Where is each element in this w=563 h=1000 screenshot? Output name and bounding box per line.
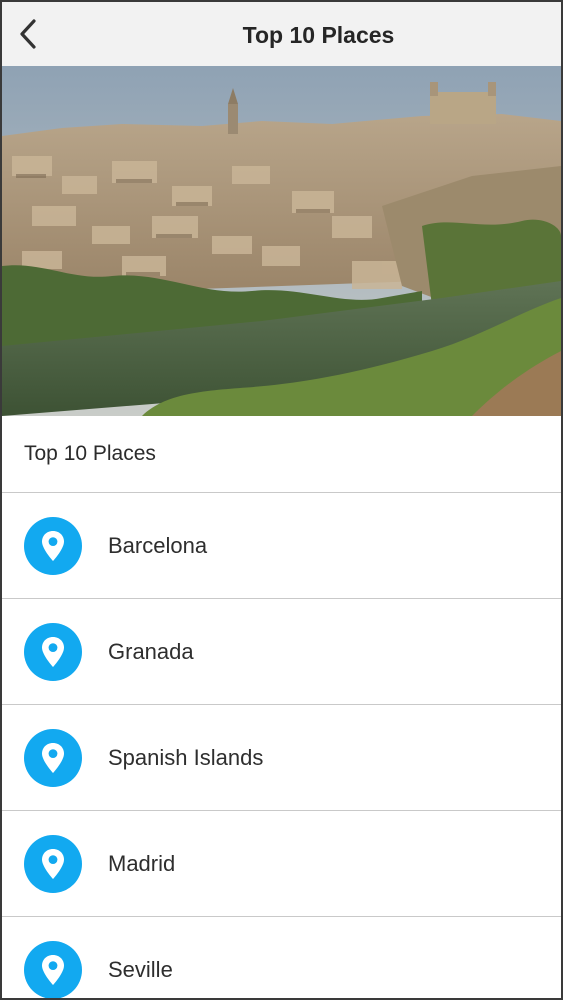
hero-photo <box>2 66 561 416</box>
places-list: Barcelona Granada Spanish Islands Madrid… <box>2 493 561 998</box>
city-photo <box>2 66 561 416</box>
chevron-left-icon <box>20 19 36 49</box>
list-item[interactable]: Barcelona <box>2 493 561 599</box>
back-button[interactable] <box>10 14 46 54</box>
list-item[interactable]: Madrid <box>2 811 561 917</box>
list-item[interactable]: Seville <box>2 917 561 998</box>
place-label: Madrid <box>108 850 176 876</box>
map-pin-icon <box>24 622 82 681</box>
map-pin-icon <box>24 516 82 575</box>
place-label: Barcelona <box>108 532 208 558</box>
place-label: Spanish Islands <box>108 744 264 770</box>
list-item[interactable]: Spanish Islands <box>2 705 561 811</box>
place-label: Seville <box>108 956 173 982</box>
section-title: Top 10 Places <box>2 416 561 493</box>
map-pin-icon <box>24 940 82 998</box>
app-screen: Top 10 Places Top 10 Places Barcelona Gr… <box>0 0 563 1000</box>
page-title: Top 10 Places <box>242 22 395 48</box>
navigation-bar: Top 10 Places <box>2 2 561 66</box>
list-item[interactable]: Granada <box>2 599 561 705</box>
map-pin-icon <box>24 728 82 787</box>
map-pin-icon <box>24 834 82 893</box>
place-label: Granada <box>108 638 194 664</box>
